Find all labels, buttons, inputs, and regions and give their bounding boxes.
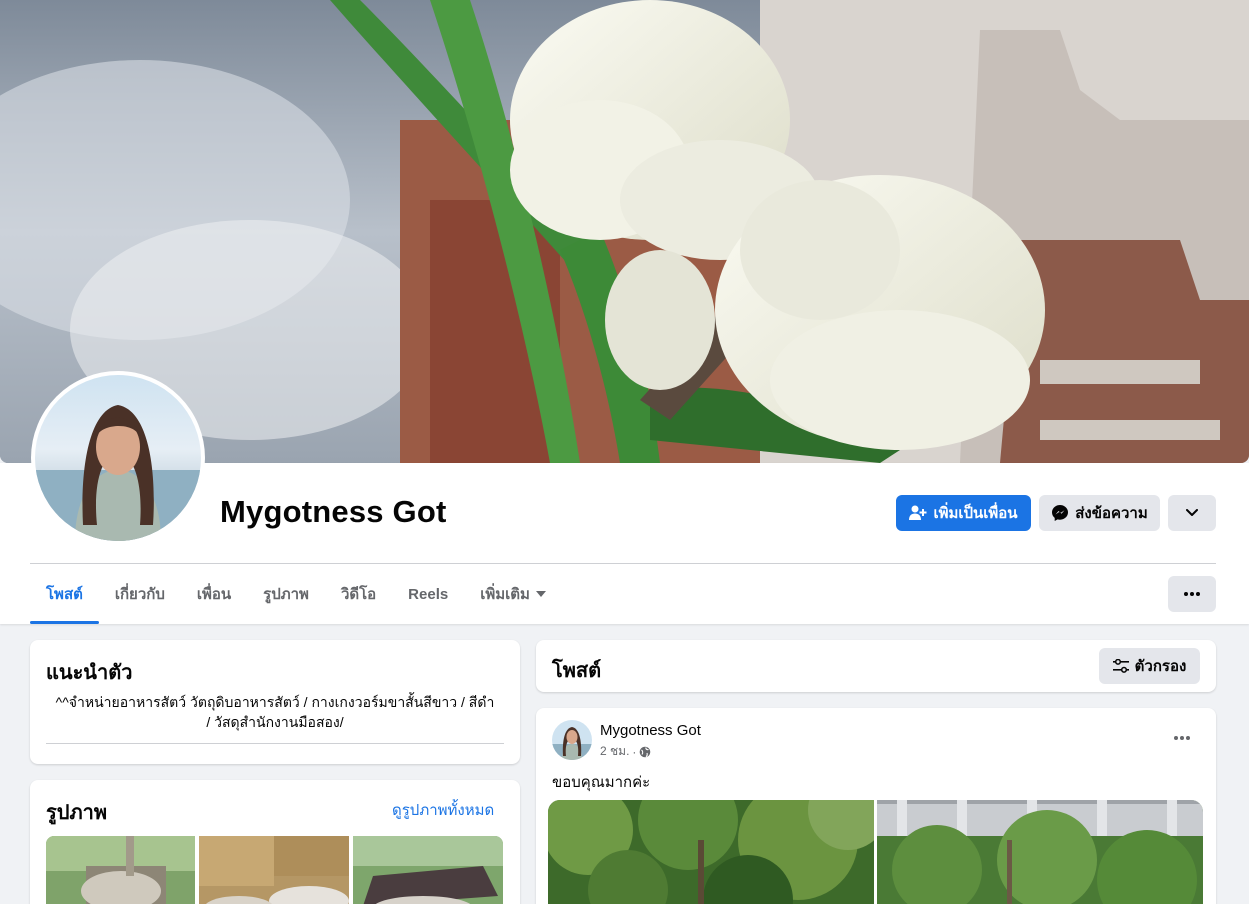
filter-button[interactable]: ตัวกรอง <box>1099 648 1200 684</box>
post-options-button[interactable] <box>1164 722 1200 754</box>
chevron-down-icon <box>1186 509 1198 516</box>
person-plus-icon <box>909 505 927 520</box>
tab-label: วิดีโอ <box>340 586 377 603</box>
photo-thumbnail[interactable] <box>353 836 503 904</box>
cover-photo-image <box>0 0 1249 463</box>
tab-label: รูปภาพ <box>263 586 309 603</box>
photos-card: รูปภาพ ดูรูปภาพทั้งหมด <box>30 780 520 904</box>
meta-separator: · <box>632 744 637 759</box>
post-timestamp[interactable]: 2 ชม. <box>600 742 629 761</box>
profile-tabs: โพสต์ เกี่ยวกับ เพื่อน รูปภาพ วิดีโอ Ree… <box>30 564 562 624</box>
tab-label: เพื่อน <box>196 586 232 603</box>
more-horizontal-icon <box>1174 736 1190 740</box>
intro-bio: ^^จำหน่ายอาหารสัตว์ วัตถุดิบอาหารสัตว์ /… <box>46 692 504 732</box>
post-text: ขอบคุณมากค่ะ <box>552 774 651 791</box>
tab-reels[interactable]: Reels <box>392 564 464 624</box>
post-card: Mygotness Got 2 ชม. · ขอบคุณมากค่ะ <box>536 708 1216 904</box>
post-photo[interactable] <box>877 800 1203 904</box>
caret-down-icon <box>535 591 546 597</box>
intro-bio-line: / วัสดุสำนักงานมือสอง/ <box>206 714 344 730</box>
add-friend-label: เพิ่มเป็นเพื่อน <box>933 505 1018 522</box>
filter-label: ตัวกรอง <box>1134 658 1187 675</box>
intro-title: แนะนำตัว <box>46 662 133 684</box>
post-photo[interactable] <box>548 800 874 904</box>
tab-label: โพสต์ <box>46 586 83 603</box>
tab-videos[interactable]: วิดีโอ <box>325 564 392 624</box>
globe-icon <box>640 746 651 757</box>
avatar-image <box>35 375 201 541</box>
filter-sliders-icon <box>1112 659 1129 673</box>
intro-card: แนะนำตัว ^^จำหน่ายอาหารสัตว์ วัตถุดิบอาห… <box>30 640 520 764</box>
message-label: ส่งข้อความ <box>1075 505 1148 522</box>
intro-divider <box>46 743 504 744</box>
tab-posts[interactable]: โพสต์ <box>30 564 99 624</box>
tab-friends[interactable]: เพื่อน <box>181 564 247 624</box>
see-all-photos-link[interactable]: ดูรูปภาพทั้งหมด <box>392 798 494 822</box>
tab-more[interactable]: เพิ่มเติม <box>464 564 562 624</box>
post-author-name[interactable]: Mygotness Got <box>600 722 701 739</box>
message-button[interactable]: ส่งข้อความ <box>1039 495 1160 531</box>
profile-avatar[interactable] <box>31 371 205 545</box>
more-horizontal-icon <box>1184 592 1200 596</box>
photos-title: รูปภาพ <box>46 802 108 824</box>
posts-header-card: โพสต์ ตัวกรอง <box>536 640 1216 692</box>
tabs-more-button[interactable] <box>1168 576 1216 612</box>
tab-label: เกี่ยวกับ <box>114 586 165 603</box>
post-meta: 2 ชม. · <box>600 742 651 761</box>
messenger-icon <box>1052 505 1069 521</box>
posts-title: โพสต์ <box>552 660 602 682</box>
tab-label: Reels <box>408 585 449 603</box>
photo-thumbnail[interactable] <box>199 836 349 904</box>
profile-name: Mygotness Got <box>220 494 447 529</box>
post-author-avatar[interactable] <box>552 720 592 760</box>
profile-options-button[interactable] <box>1168 495 1216 531</box>
photo-thumbnail[interactable] <box>46 836 195 904</box>
add-friend-button[interactable]: เพิ่มเป็นเพื่อน <box>896 495 1031 531</box>
tab-photos[interactable]: รูปภาพ <box>247 564 325 624</box>
tab-about[interactable]: เกี่ยวกับ <box>99 564 181 624</box>
intro-bio-line: ^^จำหน่ายอาหารสัตว์ วัตถุดิบอาหารสัตว์ /… <box>55 694 495 710</box>
tab-label: เพิ่มเติม <box>480 586 530 603</box>
cover-photo[interactable] <box>0 0 1249 463</box>
